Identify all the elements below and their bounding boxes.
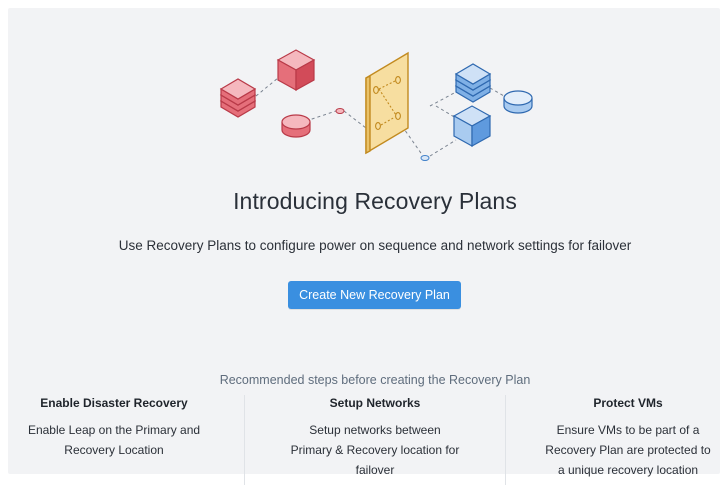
page-title: Introducing Recovery Plans — [233, 188, 517, 214]
red-disk-icon — [281, 114, 311, 138]
step-description-line: failover — [355, 463, 395, 477]
step-description-line: Ensure VMs to be part of a — [556, 423, 700, 437]
blue-database-stack-icon — [454, 63, 492, 103]
recovery-plan-illustration — [219, 49, 533, 161]
red-database-stack-icon — [219, 78, 257, 118]
recovery-plan-door-icon — [365, 51, 409, 155]
step-description-line: a unique recovery location — [557, 463, 699, 477]
step-enable-disaster-recovery: Enable Disaster Recovery Enable Leap on … — [8, 396, 220, 460]
step-heading: Enable Disaster Recovery — [40, 396, 188, 410]
step-description-line: Recovery Plan are protected to — [545, 443, 711, 457]
page-subtitle: Use Recovery Plans to configure power on… — [118, 238, 632, 253]
column-divider — [505, 395, 506, 485]
empty-state-panel: Introducing Recovery Plans Use Recovery … — [8, 8, 720, 485]
column-divider — [244, 395, 245, 485]
step-protect-vms: Protect VMs Ensure VMs to be part of a R… — [538, 396, 718, 480]
blue-server-box-icon — [452, 105, 492, 148]
create-recovery-plan-button[interactable]: Create New Recovery Plan — [288, 281, 461, 309]
step-setup-networks: Setup Networks Setup networks between Pr… — [270, 396, 480, 480]
step-heading: Setup Networks — [329, 396, 421, 410]
step-description-line: Setup networks between — [309, 423, 441, 437]
blue-disk-icon — [503, 90, 533, 114]
step-description-line: Primary & Recovery location for — [290, 443, 460, 457]
recommended-steps-label: Recommended steps before creating the Re… — [219, 373, 531, 387]
step-heading: Protect VMs — [593, 396, 663, 410]
step-description-line: Recovery Location — [64, 443, 164, 457]
step-description-line: Enable Leap on the Primary and — [27, 423, 201, 437]
red-server-box-icon — [276, 49, 316, 92]
